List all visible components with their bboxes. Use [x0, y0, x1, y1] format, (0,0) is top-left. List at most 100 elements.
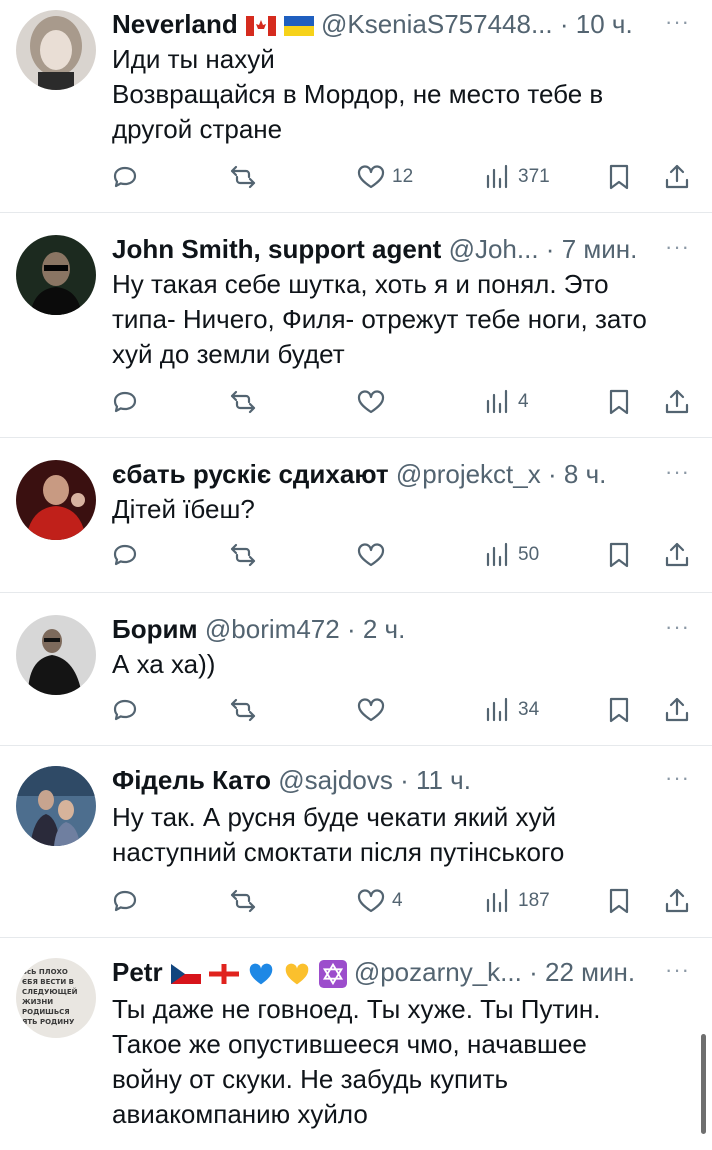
timestamp[interactable]: 10 ч.: [576, 9, 633, 39]
tweet-6[interactable]: ЗсЬ ПЛОХО ЄБЯ ВЕСТИ В СЛЕДУЮЩЕЙ ЖИЗНИ РО…: [0, 938, 712, 1150]
reply-button[interactable]: [110, 160, 140, 194]
like-button[interactable]: [356, 538, 392, 572]
author-name[interactable]: єбать рускіє сдихают: [112, 459, 389, 489]
views-button[interactable]: 4: [482, 385, 529, 419]
view-count: 50: [518, 544, 540, 565]
share-button[interactable]: [662, 538, 692, 572]
retweet-icon: [230, 390, 256, 414]
bookmark-icon: [609, 389, 629, 415]
tweet-3[interactable]: єбать рускіє сдихают @projekct_x · 8 ч. …: [0, 438, 712, 593]
author-handle[interactable]: @pozarny_k...: [354, 957, 522, 987]
author-name[interactable]: Фідель Като: [112, 765, 271, 795]
tweet-1[interactable]: Neverland @KseniaS757448... · 10 ч. ··· …: [0, 0, 712, 213]
tweet-5[interactable]: Фідель Като @sajdovs · 11 ч. ··· Ну так.…: [0, 746, 712, 938]
retweet-button[interactable]: [228, 884, 258, 918]
tweet-header: Фідель Като @sajdovs · 11 ч.: [112, 762, 652, 798]
more-options-icon[interactable]: ···: [665, 11, 690, 33]
avatar[interactable]: [16, 10, 96, 90]
share-icon: [665, 697, 689, 722]
bookmark-button[interactable]: [604, 538, 634, 572]
avatar[interactable]: [16, 235, 96, 315]
tweet-header: Neverland @KseniaS757448... · 10 ч.: [112, 6, 652, 42]
bookmark-icon: [609, 542, 629, 568]
like-button[interactable]: [356, 385, 392, 419]
share-button[interactable]: [662, 884, 692, 918]
retweet-icon: [230, 698, 256, 722]
retweet-button[interactable]: [228, 538, 258, 572]
avatar[interactable]: [16, 615, 96, 695]
retweet-icon: [230, 165, 256, 189]
timestamp[interactable]: 8 ч.: [564, 459, 606, 489]
bookmark-button[interactable]: [604, 884, 634, 918]
svg-text:РОДИШЬСЯ: РОДИШЬСЯ: [22, 1008, 70, 1016]
share-button[interactable]: [662, 693, 692, 727]
like-button[interactable]: [356, 693, 392, 727]
heart-icon: [357, 889, 385, 913]
share-button[interactable]: [662, 160, 692, 194]
bookmark-button[interactable]: [604, 693, 634, 727]
views-icon: [486, 542, 508, 567]
retweet-icon: [230, 543, 256, 567]
views-button[interactable]: 371: [482, 160, 550, 194]
avatar[interactable]: [16, 460, 96, 540]
like-button[interactable]: 12: [356, 160, 413, 194]
reply-button[interactable]: [110, 884, 140, 918]
reply-icon: [113, 166, 137, 188]
author-name[interactable]: Борим: [112, 614, 198, 644]
bookmark-icon: [609, 697, 629, 723]
reply-icon: [113, 699, 137, 721]
share-button[interactable]: [662, 385, 692, 419]
more-options-icon[interactable]: ···: [665, 767, 690, 789]
author-handle[interactable]: @projekct_x: [396, 459, 541, 489]
views-button[interactable]: 50: [482, 538, 539, 572]
tweet-2[interactable]: John Smith, support agent @Joh... · 7 ми…: [0, 213, 712, 438]
view-count: 4: [518, 391, 529, 412]
author-handle[interactable]: @borim472: [205, 614, 340, 644]
timestamp[interactable]: 11 ч.: [416, 765, 471, 795]
tweet-actions: 4: [110, 385, 698, 419]
views-button[interactable]: 187: [482, 884, 550, 918]
author-handle[interactable]: @sajdovs: [278, 765, 393, 795]
canada-flag-icon: [245, 16, 276, 37]
bookmark-icon: [609, 888, 629, 914]
reply-button[interactable]: [110, 538, 140, 572]
more-options-icon[interactable]: ···: [665, 616, 690, 638]
author-handle[interactable]: @KseniaS757448...: [321, 9, 553, 39]
czech-flag-icon: [170, 964, 201, 985]
like-button[interactable]: 4: [356, 884, 403, 918]
reply-button[interactable]: [110, 693, 140, 727]
views-button[interactable]: 34: [482, 693, 539, 727]
avatar[interactable]: ЗсЬ ПЛОХО ЄБЯ ВЕСТИ В СЛЕДУЮЩЕЙ ЖИЗНИ РО…: [16, 958, 96, 1038]
separator: ·: [400, 765, 409, 795]
timestamp[interactable]: 22 мин.: [545, 957, 635, 987]
author-name[interactable]: Petr: [112, 957, 163, 987]
tweet-header: John Smith, support agent @Joh... · 7 ми…: [112, 231, 652, 267]
tweet-actions: 34: [110, 693, 698, 727]
like-count: 4: [392, 890, 403, 911]
blue-heart-icon: [249, 963, 272, 985]
bookmark-button[interactable]: [604, 160, 634, 194]
bookmark-button[interactable]: [604, 385, 634, 419]
scrollbar[interactable]: [701, 1034, 706, 1134]
svg-text:ЄБЯ ВЕСТИ В: ЄБЯ ВЕСТИ В: [22, 978, 74, 986]
separator: ·: [529, 957, 538, 987]
separator: ·: [559, 9, 569, 39]
more-options-icon[interactable]: ···: [665, 959, 690, 981]
author-handle[interactable]: @Joh...: [449, 234, 539, 264]
avatar[interactable]: [16, 766, 96, 846]
svg-text:ЗсЬ ПЛОХО: ЗсЬ ПЛОХО: [22, 968, 68, 976]
author-name[interactable]: Neverland: [112, 9, 238, 39]
reply-button[interactable]: [110, 385, 140, 419]
retweet-button[interactable]: [228, 693, 258, 727]
retweet-button[interactable]: [228, 160, 258, 194]
reply-icon: [113, 391, 137, 413]
share-icon: [665, 888, 689, 913]
timestamp[interactable]: 2 ч.: [363, 614, 405, 644]
author-name[interactable]: John Smith, support agent: [112, 234, 441, 264]
timestamp[interactable]: 7 мин.: [562, 234, 638, 264]
heart-icon: [357, 165, 385, 189]
tweet-4[interactable]: Борим @borim472 · 2 ч. ··· А ха ха)) 34: [0, 593, 712, 746]
more-options-icon[interactable]: ···: [665, 461, 690, 483]
more-options-icon[interactable]: ···: [665, 236, 690, 258]
retweet-button[interactable]: [228, 385, 258, 419]
